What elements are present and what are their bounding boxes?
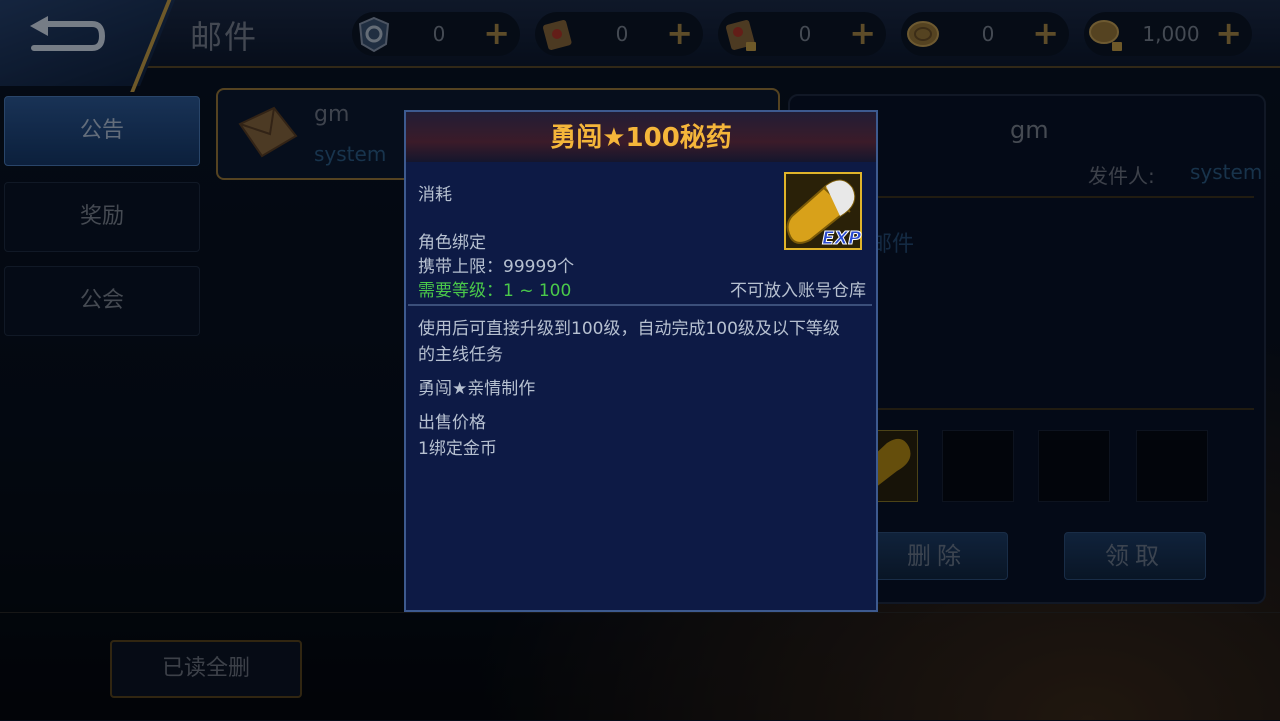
item-maker: 勇闯★亲情制作 <box>418 379 536 399</box>
item-name: 勇闯★100秘药 <box>550 123 732 153</box>
tooltip-divider <box>408 304 872 306</box>
item-description-line2: 的主线任务 <box>418 345 503 365</box>
exp-capsule-icon: EXP <box>784 172 862 250</box>
item-price-value: 1绑定金币 <box>418 439 497 459</box>
item-binding: 角色绑定 <box>418 233 486 253</box>
exp-label: EXP <box>822 228 861 249</box>
item-description-line1: 使用后可直接升级到100级，自动完成100级及以下等级 <box>418 319 840 339</box>
item-price-label: 出售价格 <box>418 413 486 433</box>
tooltip-header: 勇闯★100秘药 <box>406 112 876 162</box>
item-level-requirement: 需要等级：1 ~ 100 <box>418 281 572 301</box>
item-storage-note: 不可放入账号仓库 <box>730 281 866 301</box>
item-tooltip: 勇闯★100秘药 消耗 EXP 角色绑定 携带上限：99999个 需要等级：1 … <box>404 110 878 612</box>
item-type: 消耗 <box>418 185 452 205</box>
item-carry-limit: 携带上限：99999个 <box>418 257 575 277</box>
game-screen: 邮件 0 + 0 + 0 + 0 + 1,000 + 公告 奖励 公会 gm s… <box>0 0 1280 720</box>
